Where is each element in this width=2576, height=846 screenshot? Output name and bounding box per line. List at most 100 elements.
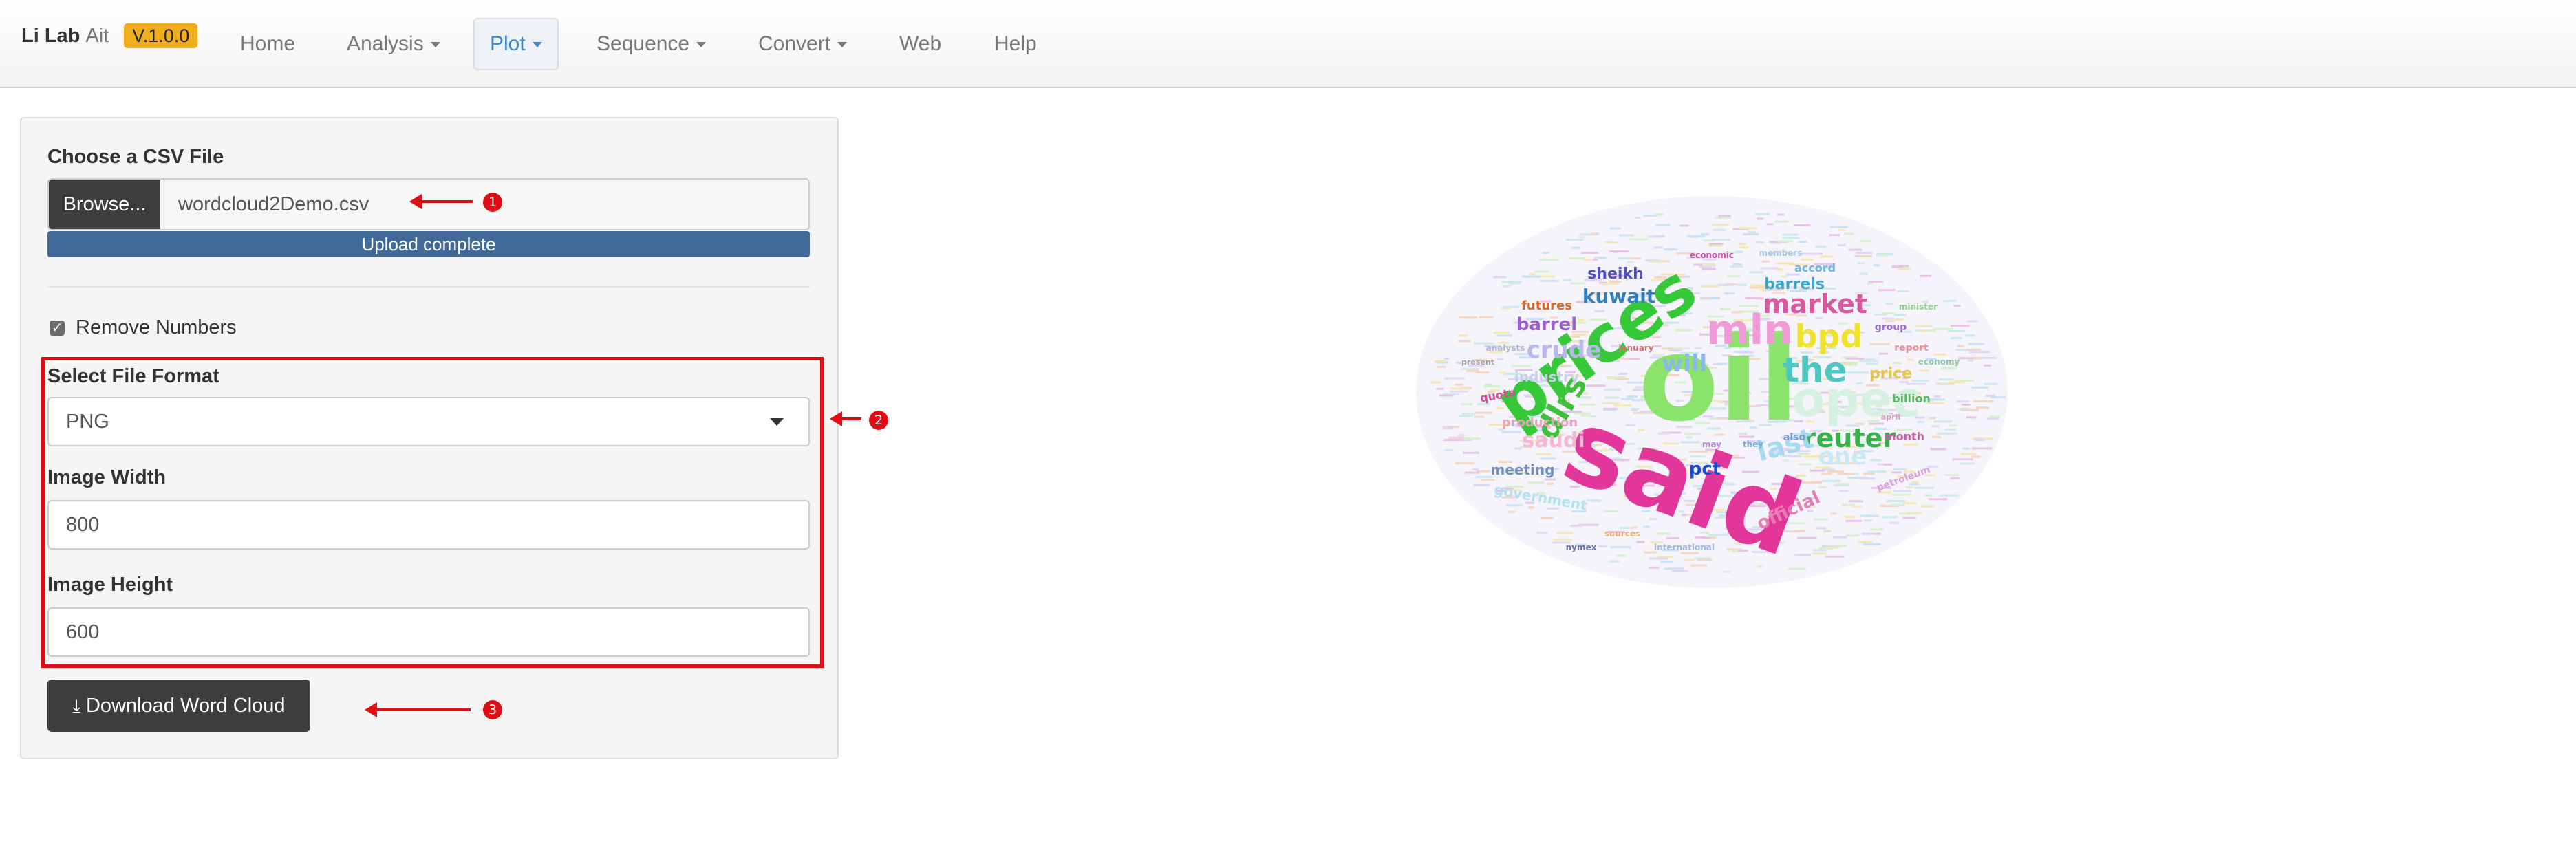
word-cloud-filler-word: [1430, 381, 1441, 384]
word-cloud-filler-word: [1748, 231, 1756, 234]
word-cloud-filler-word: [1475, 371, 1490, 374]
word-cloud-filler-word: [1619, 234, 1634, 237]
word-cloud-filler-word: [1859, 477, 1876, 480]
word-cloud-filler-word: [1921, 505, 1935, 508]
word-cloud-filler-word: [1960, 462, 1975, 465]
remove-numbers-checkbox[interactable]: ✓: [50, 321, 65, 336]
nav-help[interactable]: Help: [994, 18, 1037, 70]
word-cloud-filler-word: [1565, 239, 1584, 241]
word-cloud-filler-word: [1801, 258, 1814, 261]
word-cloud-filler-word: [1986, 417, 1999, 420]
word-cloud-filler-word: [1528, 273, 1536, 276]
nav-plot[interactable]: Plot: [473, 18, 559, 70]
word-cloud-filler-word: [1461, 403, 1473, 406]
file-input-group[interactable]: Browse... wordcloud2Demo.csv: [47, 178, 810, 230]
word-cloud-filler-word: [1837, 473, 1856, 475]
word-cloud-word: members: [1759, 248, 1803, 258]
word-cloud-filler-word: [1604, 241, 1618, 243]
word-cloud-filler-word: [1459, 316, 1478, 319]
word-cloud-word: report: [1894, 343, 1929, 354]
word-cloud-filler-word: [1445, 448, 1453, 451]
word-cloud-filler-word: [1717, 283, 1733, 286]
word-cloud-filler-word: [1457, 434, 1465, 437]
nav-analysis[interactable]: Analysis: [347, 18, 440, 70]
word-cloud-filler-word: [1501, 281, 1522, 283]
word-cloud-filler-word: [1821, 479, 1841, 482]
file-label: Choose a CSV File: [47, 146, 224, 168]
download-icon: ⤓: [72, 695, 80, 716]
word-cloud-filler-word: [1540, 517, 1554, 519]
word-cloud-filler-word: [1538, 259, 1559, 261]
word-cloud-filler-word: [1909, 483, 1919, 486]
word-cloud-filler-word: [1458, 334, 1468, 337]
word-cloud-filler-word: [1594, 257, 1607, 259]
word-cloud-filler-word: [1626, 395, 1638, 398]
arrow-head-icon: [365, 702, 377, 717]
word-cloud-word: one: [1818, 443, 1867, 470]
word-cloud-filler-word: [1891, 471, 1902, 474]
word-cloud-filler-word: [1474, 411, 1492, 414]
brand[interactable]: Li Lab Ait V.1.0.0: [21, 21, 198, 51]
word-cloud-word: minister: [1899, 302, 1938, 312]
browse-button[interactable]: Browse...: [49, 180, 160, 229]
word-cloud-filler-word: [1506, 504, 1523, 507]
word-cloud-word: may: [1702, 440, 1721, 449]
word-cloud-filler-word: [1940, 383, 1949, 385]
word-cloud-filler-word: [1496, 334, 1513, 337]
remove-numbers-label[interactable]: Remove Numbers: [76, 316, 237, 339]
nav-help-label: Help: [994, 32, 1037, 55]
word-cloud-filler-word: [1794, 554, 1811, 556]
word-cloud-filler-word: [1838, 490, 1849, 492]
word-cloud-filler-word: [1581, 252, 1599, 254]
word-cloud-word: industry: [1514, 369, 1579, 385]
word-cloud-filler-word: [1521, 275, 1541, 278]
nav-sequence[interactable]: Sequence: [597, 18, 707, 70]
annotation-highlight-box: [41, 357, 824, 668]
word-cloud-filler-word: [1760, 267, 1779, 270]
word-cloud-filler-word: [1845, 519, 1863, 522]
word-cloud-filler-word: [1775, 262, 1795, 265]
word-cloud-filler-word: [1684, 558, 1695, 561]
word-cloud-filler-word: [1450, 390, 1469, 393]
word-cloud-filler-word: [1739, 227, 1757, 230]
annotation-marker-2: 2: [869, 411, 888, 430]
word-cloud-filler-word: [1788, 567, 1806, 570]
word-cloud-filler-word: [1949, 424, 1957, 427]
word-cloud-filler-word: [1962, 447, 1971, 450]
word-cloud-word: the: [1783, 350, 1847, 390]
chevron-down-icon: [696, 42, 707, 48]
word-cloud-filler-word: [1726, 275, 1741, 278]
word-cloud-filler-word: [1889, 521, 1899, 524]
word-cloud-filler-word: [1527, 481, 1545, 484]
word-cloud-filler-word: [1735, 250, 1743, 253]
word-cloud-filler-word: [1966, 416, 1977, 419]
word-cloud-filler-word: [1899, 512, 1918, 515]
word-cloud-filler-word: [1877, 463, 1884, 466]
word-cloud-word: group: [1875, 322, 1907, 333]
word-cloud-filler-word: [1777, 240, 1794, 243]
word-cloud-filler-word: [1858, 541, 1873, 543]
word-cloud-filler-word: [1540, 457, 1556, 460]
word-cloud-filler-word: [1975, 439, 1986, 441]
word-cloud-filler-word: [1905, 486, 1913, 489]
word-cloud-filler-word: [1479, 316, 1494, 318]
nav-home[interactable]: Home: [240, 18, 295, 70]
word-cloud-filler-word: [1776, 268, 1783, 271]
word-cloud-filler-word: [1829, 234, 1840, 237]
arrow-head-icon: [830, 411, 842, 426]
download-word-cloud-button[interactable]: ⤓ Download Word Cloud: [47, 680, 310, 732]
word-cloud-filler-word: [1439, 394, 1454, 397]
word-cloud-filler-word: [1556, 532, 1574, 534]
word-cloud-filler-word: [1968, 359, 1974, 362]
chevron-down-icon: [430, 42, 440, 48]
word-cloud-filler-word: [1437, 365, 1447, 368]
word-cloud-word: price: [1869, 365, 1912, 382]
nav-plot-label: Plot: [490, 32, 526, 55]
nav-web[interactable]: Web: [899, 18, 941, 70]
word-cloud-filler-word: [1931, 425, 1939, 428]
word-cloud-filler-word: [1952, 458, 1973, 461]
word-cloud-filler-word: [1867, 470, 1887, 473]
word-cloud-word: kuwait: [1582, 285, 1655, 307]
nav-convert[interactable]: Convert: [758, 18, 848, 70]
word-cloud-filler-word: [1856, 252, 1873, 254]
